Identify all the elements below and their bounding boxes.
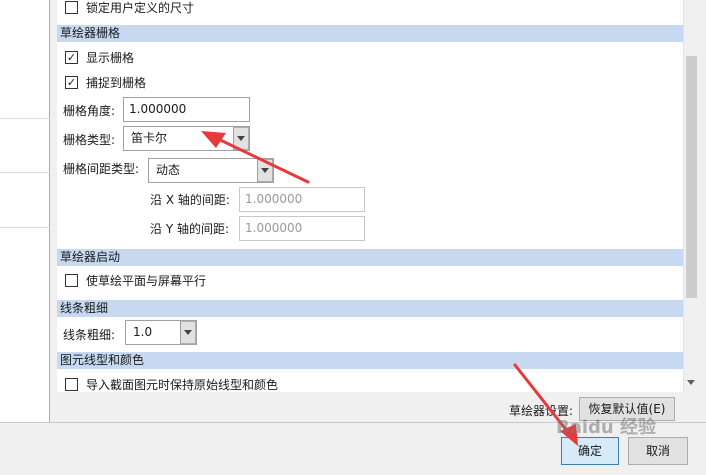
- grid-type-label: 栅格类型:: [63, 133, 116, 147]
- chevron-down-icon[interactable]: [233, 127, 249, 150]
- section-header-entity: 图元线型和颜色: [57, 352, 683, 369]
- grid-type-value: 笛卡尔: [131, 131, 168, 145]
- show-grid-row[interactable]: ✓ 显示栅格: [65, 49, 134, 66]
- x-spacing-input[interactable]: 1.000000: [239, 187, 365, 212]
- section-header-grid: 草绘器栅格: [57, 25, 683, 42]
- x-spacing-label: 沿 X 轴的间距:: [150, 193, 230, 207]
- nav-divider: [0, 118, 50, 119]
- line-weight-label: 线条粗细:: [63, 328, 116, 342]
- lock-user-size-checkbox[interactable]: [65, 1, 78, 14]
- nav-divider: [0, 172, 50, 173]
- lock-user-size-label: 锁定用户定义的尺寸: [86, 1, 195, 15]
- check-icon: ✓: [66, 51, 77, 64]
- scrollbar-thumb[interactable]: [686, 56, 697, 298]
- parallel-row[interactable]: 使草绘平面与屏幕平行: [65, 272, 206, 289]
- options-nav-pane: [0, 0, 50, 422]
- baidu-watermark: Baidu 经验: [556, 417, 657, 438]
- grid-type-select[interactable]: 笛卡尔: [123, 126, 250, 151]
- chevron-down-icon[interactable]: [257, 159, 273, 182]
- chevron-down-icon[interactable]: [180, 321, 196, 344]
- check-icon: ✓: [66, 76, 77, 89]
- show-grid-checkbox[interactable]: ✓: [65, 51, 78, 64]
- y-spacing-input[interactable]: 1.000000: [239, 216, 365, 241]
- settings-scrollbar[interactable]: [683, 0, 698, 392]
- ok-button[interactable]: 确定: [561, 437, 619, 465]
- keep-original-checkbox[interactable]: [65, 378, 78, 391]
- section-header-startup: 草绘器启动: [57, 249, 683, 266]
- sketcher-options-dialog: 锁定用户定义的尺寸 草绘器栅格 ✓ 显示栅格 ✓ 捕捉到栅格 栅格角度: 1.0…: [0, 0, 706, 475]
- line-weight-select[interactable]: 1.0: [125, 320, 197, 345]
- grid-spacing-type-value: 动态: [156, 163, 181, 177]
- keep-original-label: 导入截面图元时保持原始线型和颜色: [86, 378, 279, 392]
- grid-angle-input[interactable]: 1.000000: [123, 97, 250, 122]
- grid-angle-label: 栅格角度:: [63, 104, 116, 118]
- parallel-checkbox[interactable]: [65, 274, 78, 287]
- lock-user-size-row[interactable]: 锁定用户定义的尺寸: [65, 0, 194, 16]
- snap-grid-label: 捕捉到栅格: [86, 76, 147, 90]
- snap-grid-checkbox[interactable]: ✓: [65, 76, 78, 89]
- parallel-label: 使草绘平面与屏幕平行: [86, 274, 207, 288]
- section-header-line-weight: 线条粗细: [57, 300, 683, 317]
- y-spacing-label: 沿 Y 轴的间距:: [150, 222, 230, 236]
- cancel-button[interactable]: 取消: [628, 437, 688, 465]
- keep-original-row[interactable]: 导入截面图元时保持原始线型和颜色: [65, 376, 278, 392]
- nav-divider: [0, 227, 50, 228]
- settings-panel: 锁定用户定义的尺寸 草绘器栅格 ✓ 显示栅格 ✓ 捕捉到栅格 栅格角度: 1.0…: [57, 0, 683, 392]
- scroll-down-icon[interactable]: [687, 380, 695, 385]
- show-grid-label: 显示栅格: [86, 51, 135, 65]
- grid-spacing-type-label: 栅格间距类型:: [63, 162, 140, 176]
- line-weight-value: 1.0: [133, 325, 153, 339]
- snap-grid-row[interactable]: ✓ 捕捉到栅格: [65, 74, 146, 91]
- grid-spacing-type-select[interactable]: 动态: [148, 158, 274, 183]
